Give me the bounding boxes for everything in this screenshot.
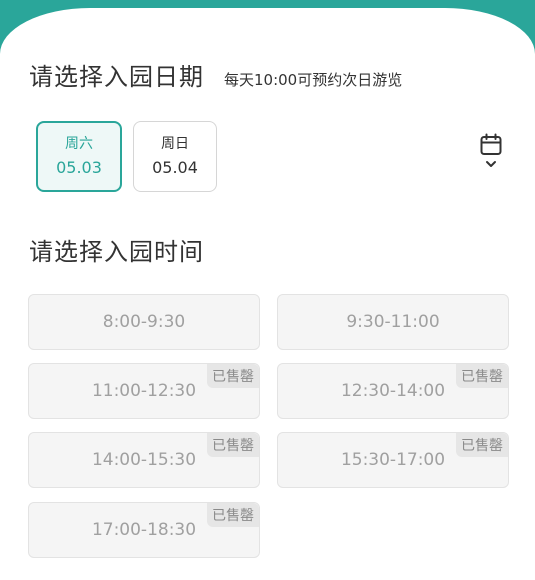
date-value: 05.03	[56, 158, 102, 177]
date-value: 05.04	[152, 158, 198, 177]
date-option-0503[interactable]: 周六 05.03	[36, 121, 122, 192]
time-slot-label: 15:30-17:00	[340, 450, 446, 470]
time-slot-1700-1830[interactable]: 17:00-18:30 已售罄	[28, 502, 260, 558]
sold-out-badge: 已售罄	[456, 433, 508, 457]
time-slot-0800-0930[interactable]: 8:00-9:30	[28, 294, 260, 350]
date-weekday: 周日	[161, 136, 189, 152]
time-slot-label: 17:00-18:30	[91, 520, 197, 540]
time-slot-0930-1100[interactable]: 9:30-11:00	[277, 294, 509, 350]
date-option-0504[interactable]: 周日 05.04	[133, 121, 217, 192]
time-slot-label: 9:30-11:00	[346, 312, 440, 332]
time-slot-1100-1230[interactable]: 11:00-12:30 已售罄	[28, 363, 260, 419]
sold-out-badge: 已售罄	[207, 433, 259, 457]
booking-hint: 每天10:00可预约次日游览	[224, 71, 403, 89]
calendar-picker-button[interactable]	[479, 133, 503, 173]
time-slot-1400-1530[interactable]: 14:00-15:30 已售罄	[28, 432, 260, 488]
sold-out-badge: 已售罄	[207, 364, 259, 388]
time-slot-label: 11:00-12:30	[91, 381, 197, 401]
sold-out-badge: 已售罄	[456, 364, 508, 388]
time-slot-1230-1400[interactable]: 12:30-14:00 已售罄	[277, 363, 509, 419]
time-slot-1530-1700[interactable]: 15:30-17:00 已售罄	[277, 432, 509, 488]
sold-out-badge: 已售罄	[207, 503, 259, 527]
time-slot-label: 8:00-9:30	[102, 312, 186, 332]
time-slot-label: 14:00-15:30	[91, 450, 197, 470]
calendar-icon	[480, 133, 502, 167]
date-weekday: 周六	[65, 136, 93, 152]
date-section-header: 请选择入园日期 每天10:00可预约次日游览	[29, 57, 402, 92]
time-section-title: 请选择入园时间	[29, 238, 204, 266]
date-section-title: 请选择入园日期	[29, 63, 204, 91]
time-slot-label: 12:30-14:00	[340, 381, 446, 401]
